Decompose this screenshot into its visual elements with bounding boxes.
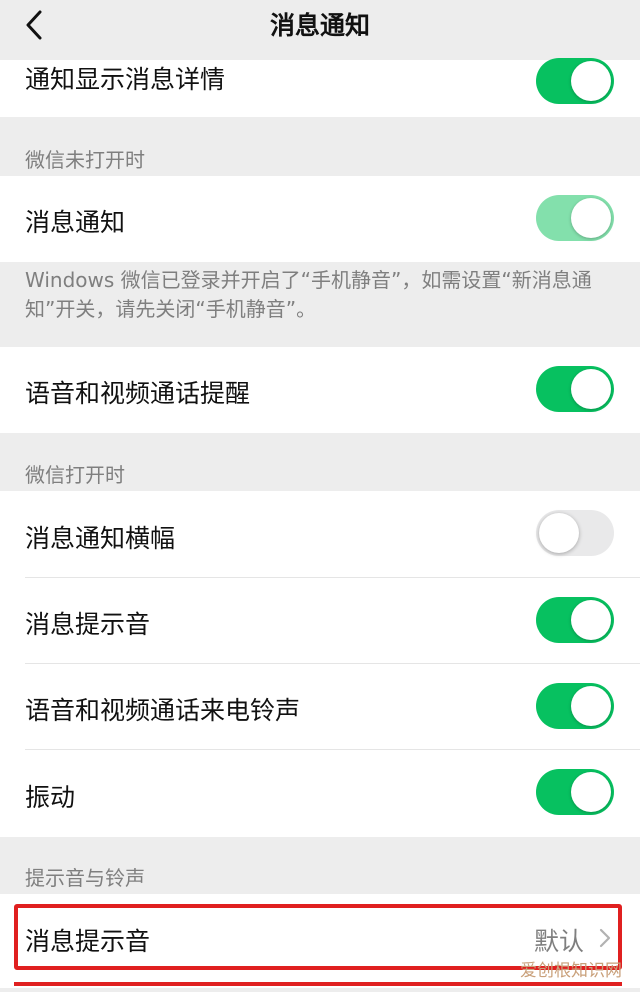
- toggle-knob: [571, 198, 611, 238]
- divider: [25, 663, 640, 664]
- toggle-voice-video-remind[interactable]: [536, 366, 614, 412]
- watermark: 爱创根知识网: [520, 961, 622, 981]
- group-wechat-open: 消息通知横幅 消息提示音 语音和视频通话来电铃声 振动: [0, 491, 640, 837]
- nav-bar: 消息通知: [0, 0, 640, 60]
- toggle-knob: [571, 369, 611, 409]
- toggle-msg-notify[interactable]: [536, 195, 614, 241]
- toggle-knob: [571, 61, 611, 101]
- row-voice-video-remind: 语音和视频通话提醒: [0, 347, 640, 433]
- row-show-detail-label: 通知显示消息详情: [25, 65, 226, 94]
- toggle-vibrate[interactable]: [536, 769, 614, 815]
- toggle-knob: [571, 600, 611, 640]
- windows-silent-note: Windows 微信已登录并开启了“手机静音”，如需设置“新消息通知”开关，请先…: [25, 268, 592, 321]
- toggle-knob: [539, 513, 579, 553]
- toggle-banner[interactable]: [536, 510, 614, 556]
- row-show-detail: 通知显示消息详情: [0, 58, 640, 117]
- section-title-sounds: 提示音与铃声: [25, 866, 145, 890]
- toggle-ringtone[interactable]: [536, 683, 614, 729]
- highlight-box-next: [14, 982, 622, 992]
- toggle-knob: [571, 686, 611, 726]
- toggle-knob: [571, 772, 611, 812]
- page-title: 消息通知: [269, 11, 370, 40]
- divider: [25, 749, 640, 750]
- row-msg-sound-label: 消息提示音: [25, 610, 151, 639]
- toggle-show-detail[interactable]: [536, 58, 614, 104]
- row-voice-video-remind-label: 语音和视频通话提醒: [25, 379, 251, 408]
- row-ringtone-label: 语音和视频通话来电铃声: [25, 696, 301, 725]
- row-msg-notify-label: 消息通知: [25, 208, 126, 237]
- row-msg-notify: 消息通知: [0, 176, 640, 262]
- section-title-wechat-open: 微信打开时: [25, 463, 125, 487]
- row-banner-label: 消息通知横幅: [25, 524, 176, 553]
- section-title-wechat-closed: 微信未打开时: [25, 148, 145, 172]
- divider: [25, 577, 640, 578]
- row-vibrate-label: 振动: [25, 783, 76, 812]
- toggle-msg-sound[interactable]: [536, 597, 614, 643]
